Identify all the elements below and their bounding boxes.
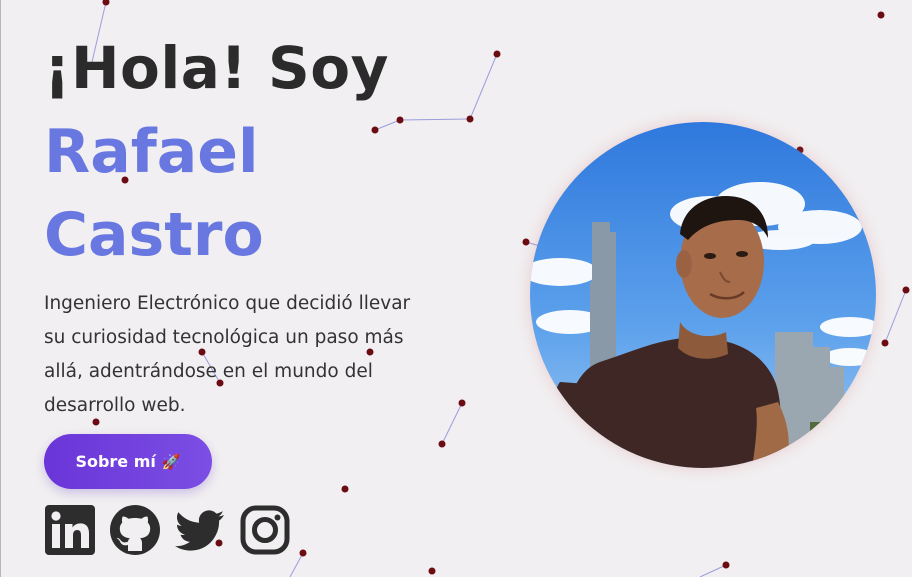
social-links <box>44 504 291 556</box>
about-me-button-label: Sobre mí <box>75 452 156 471</box>
hero-greeting: ¡Hola! Soy <box>44 34 389 102</box>
profile-photo-illustration <box>530 122 876 468</box>
hero-bio: Ingeniero Electrónico que decidió llevar… <box>44 293 411 416</box>
github-icon <box>110 505 160 555</box>
profile-photo <box>530 122 876 468</box>
instagram-icon <box>240 505 290 555</box>
github-link[interactable] <box>109 504 161 556</box>
twitter-link[interactable] <box>174 504 226 556</box>
rocket-icon: 🚀 <box>161 452 181 471</box>
hero-last-name: Castro <box>44 200 264 270</box>
twitter-icon <box>175 510 224 551</box>
linkedin-link[interactable] <box>44 504 96 556</box>
hero-section: ¡Hola! Soy Rafael Castro Ingeniero Elect… <box>0 0 912 577</box>
linkedin-icon <box>45 505 95 555</box>
instagram-link[interactable] <box>239 504 291 556</box>
hero-first-name: Rafael <box>44 117 259 187</box>
about-me-button[interactable]: Sobre mí 🚀 <box>44 434 212 489</box>
